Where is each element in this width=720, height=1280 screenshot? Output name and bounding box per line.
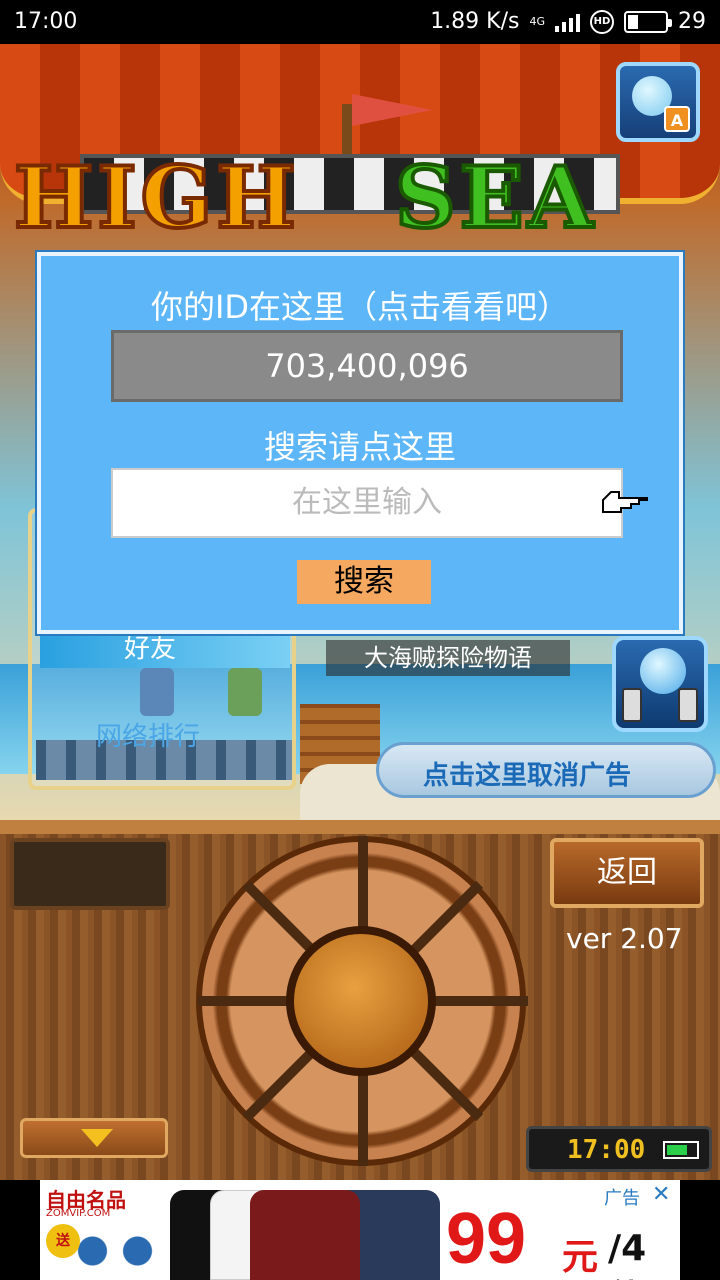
pirate-character: [228, 668, 262, 716]
signal-icon: [555, 12, 580, 32]
close-icon[interactable]: ✕: [652, 1182, 670, 1207]
scroll-down-button[interactable]: [20, 1118, 168, 1158]
pirate-character: [140, 668, 174, 716]
player-id-box[interactable]: 703,400,096: [111, 330, 623, 402]
search-title: 搜索请点这里: [263, 428, 456, 466]
battery-icon: [624, 10, 672, 33]
status-time: 17:00: [14, 9, 78, 34]
ad-price: 99: [446, 1199, 527, 1279]
panel-trim: [0, 820, 720, 834]
friend-id-dialog: 你的ID在这里（点击看看吧） 703,400,096 搜索请点这里 在这里输入 …: [35, 250, 685, 636]
search-button[interactable]: 搜索: [297, 560, 431, 604]
gift-burst: 送: [46, 1224, 80, 1258]
ranking-tab[interactable]: 网络排行: [96, 716, 200, 753]
chevron-down-icon: [81, 1129, 113, 1147]
status-icons: 1.89 K/s 4G HD 29: [430, 9, 706, 34]
search-input[interactable]: 在这里输入: [111, 468, 623, 538]
game-title-high: HIGH: [12, 146, 300, 249]
phone-icon: [622, 688, 642, 722]
remove-ads-label: 点击这里取消广告: [423, 761, 632, 791]
phone-icon: [678, 688, 698, 722]
friends-tab[interactable]: 好友: [40, 632, 290, 668]
flag-decoration: [352, 94, 432, 126]
game-title-sea: SEA: [393, 146, 597, 249]
hd-icon: HD: [590, 9, 614, 34]
language-switch-button[interactable]: A: [616, 62, 700, 142]
ad-price-unit: 元: [562, 1237, 599, 1278]
pointing-hand-icon: [602, 491, 648, 513]
battery-icon: [663, 1141, 699, 1159]
ad-logo-sub: ZOMVIP.COM: [46, 1208, 111, 1219]
data-transfer-button[interactable]: [612, 636, 708, 732]
ad-banner[interactable]: 自由名品 ZOMVIP.COM 送 99 元 /4件 广告 ✕: [40, 1180, 680, 1280]
game-clock-time: 17:00: [567, 1135, 646, 1165]
ad-tag: 广告: [602, 1184, 642, 1210]
screen-slot: [10, 838, 170, 910]
story-label: 大海贼探险物语: [326, 640, 570, 676]
globe-icon: [640, 648, 686, 694]
net-speed: 1.89 K/s: [430, 9, 520, 34]
network-type: 4G: [529, 15, 545, 28]
wheel-center-button[interactable]: [286, 926, 436, 1076]
language-badge: A: [664, 106, 690, 132]
id-title: 你的ID在这里（点击看看吧）: [150, 288, 570, 326]
battery-level: 29: [678, 9, 706, 34]
sunglasses-image: [70, 1236, 160, 1266]
remove-ads-button[interactable]: 点击这里取消广告: [376, 742, 716, 798]
status-bar: 17:00 1.89 K/s 4G HD 29: [0, 0, 720, 44]
tshirt-image: [250, 1190, 360, 1280]
ad-quantity: /4件: [608, 1228, 647, 1280]
game-clock: 17:00: [526, 1126, 712, 1172]
back-button[interactable]: 返回: [550, 838, 704, 908]
version-label: ver 2.07: [566, 922, 683, 955]
